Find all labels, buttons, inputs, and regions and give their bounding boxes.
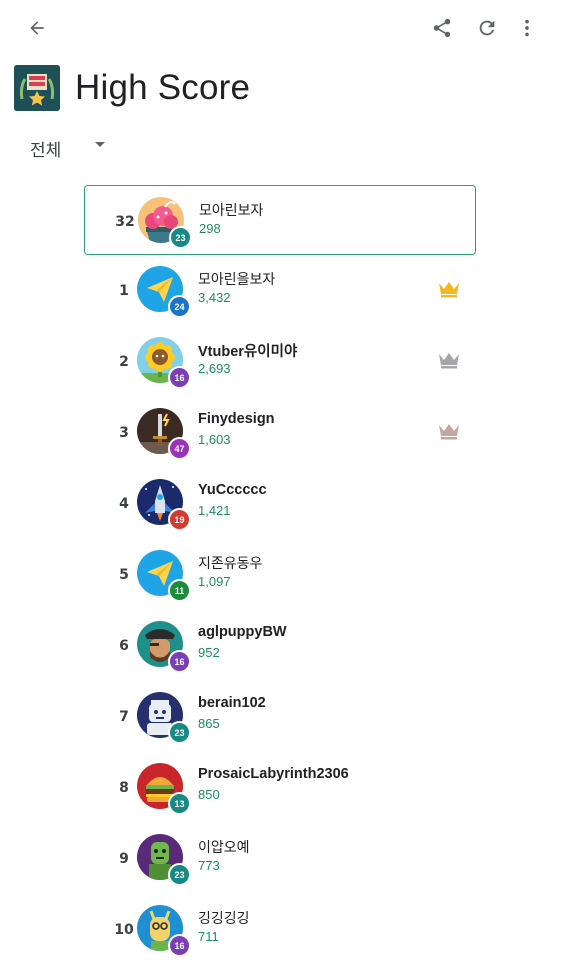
bronze-crown-icon (439, 424, 459, 440)
time-filter-dropdown[interactable]: 전체 (30, 136, 106, 161)
player-score: 298 (199, 221, 221, 236)
back-arrow-icon[interactable] (23, 14, 51, 42)
leaderboard-row[interactable]: 5 11 지존유동우 1,097 (84, 539, 476, 610)
level-badge: 11 (168, 579, 191, 602)
avatar: 23 (137, 834, 191, 886)
leaderboard-row[interactable]: 7 23 berain102 865 (84, 681, 476, 752)
level-badge: 16 (168, 366, 191, 389)
level-badge: 16 (168, 650, 191, 673)
avatar: 11 (137, 550, 191, 602)
avatar: 13 (137, 763, 191, 815)
avatar: 16 (137, 905, 191, 957)
player-name: ProsaicLabyrinth2306 (198, 766, 349, 782)
level-badge: 16 (168, 934, 191, 957)
leaderboard-list: 32 23 모아린보자 298 1 24 모아린을보자 3,432 2 16 V… (84, 185, 476, 965)
player-name: berain102 (198, 695, 266, 711)
leaderboard-row[interactable]: 9 23 이압오예 773 (84, 823, 476, 894)
level-badge: 23 (169, 226, 192, 249)
level-badge: 23 (168, 863, 191, 886)
level-badge: 23 (168, 721, 191, 744)
player-name: 모아린보자 (199, 203, 264, 219)
player-name: 지존유동우 (198, 556, 263, 572)
player-score: 2,693 (198, 361, 231, 376)
player-score: 952 (198, 645, 220, 660)
leaderboard-row[interactable]: 4 19 YuCccccc 1,421 (84, 468, 476, 539)
leaderboard-row[interactable]: 6 16 aglpuppyBW 952 (84, 610, 476, 681)
share-icon[interactable] (428, 14, 456, 42)
player-score: 865 (198, 716, 220, 731)
player-score: 1,097 (198, 574, 231, 589)
avatar: 23 (138, 197, 192, 249)
player-name: aglpuppyBW (198, 624, 287, 640)
player-name: Finydesign (198, 411, 275, 427)
avatar: 24 (137, 266, 191, 318)
more-vert-icon[interactable] (513, 14, 541, 42)
refresh-icon[interactable] (473, 14, 501, 42)
gold-crown-icon (439, 282, 459, 298)
player-score: 773 (198, 858, 220, 873)
current-player-row[interactable]: 32 23 모아린보자 298 (84, 185, 476, 255)
level-badge: 24 (168, 295, 191, 318)
avatar: 16 (137, 337, 191, 389)
player-score: 1,603 (198, 432, 231, 447)
leaderboard-row[interactable]: 1 24 모아린을보자 3,432 (84, 255, 476, 326)
top-app-bar (0, 0, 566, 56)
player-name: 깅깅깅깅 (198, 911, 250, 927)
level-badge: 13 (168, 792, 191, 815)
player-score: 1,421 (198, 503, 231, 518)
avatar: 23 (137, 692, 191, 744)
page-title: High Score (75, 68, 251, 107)
player-name: Vtuber유이미야 (198, 344, 298, 360)
leaderboard-row[interactable]: 2 16 Vtuber유이미야 2,693 (84, 326, 476, 397)
level-badge: 47 (168, 437, 191, 460)
leaderboard-header: High Score (14, 64, 250, 112)
level-badge: 19 (168, 508, 191, 531)
avatar: 19 (137, 479, 191, 531)
dropdown-caret-icon (95, 141, 106, 147)
avatar: 47 (137, 408, 191, 460)
player-score: 850 (198, 787, 220, 802)
avatar: 16 (137, 621, 191, 673)
leaderboard-row[interactable]: 10 16 깅깅깅깅 711 (84, 894, 476, 965)
game-logo-icon (14, 65, 60, 111)
player-name: YuCccccc (198, 482, 267, 498)
filter-label: 전체 (30, 140, 62, 161)
leaderboard-row[interactable]: 8 13 ProsaicLabyrinth2306 850 (84, 752, 476, 823)
player-score: 3,432 (198, 290, 231, 305)
player-name: 이압오예 (198, 840, 250, 856)
silver-crown-icon (439, 353, 459, 369)
leaderboard-row[interactable]: 3 47 Finydesign 1,603 (84, 397, 476, 468)
player-score: 711 (198, 929, 219, 944)
player-name: 모아린을보자 (198, 272, 276, 288)
